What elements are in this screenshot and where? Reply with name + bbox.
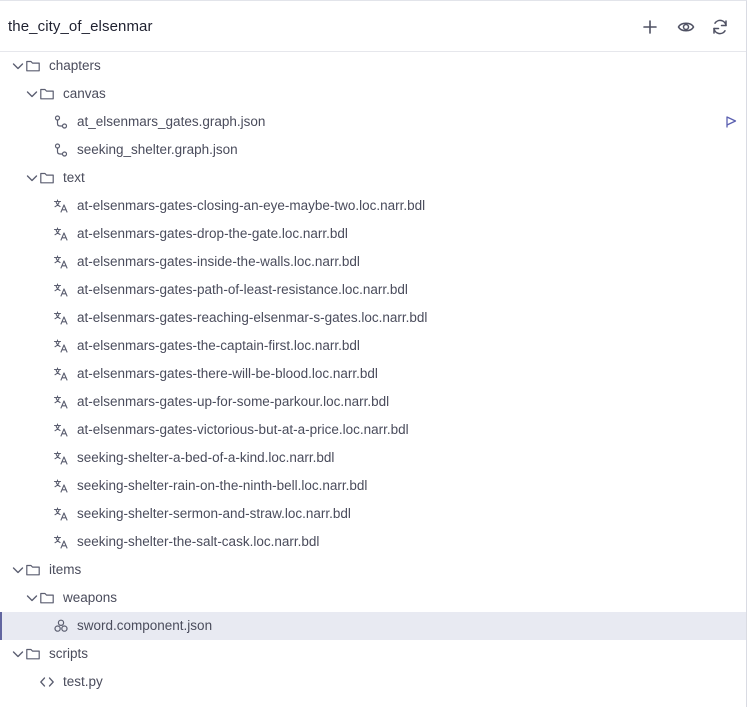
file-label: seeking-shelter-sermon-and-straw.loc.nar… [77, 506, 351, 521]
plus-icon [643, 20, 657, 34]
tree-item-text-file[interactable]: at-elsenmars-gates-path-of-least-resista… [0, 276, 746, 304]
tree-item-text-file[interactable]: at-elsenmars-gates-closing-an-eye-maybe-… [0, 192, 746, 220]
project-title: the_city_of_elsenmar [8, 18, 153, 35]
file-label: at-elsenmars-gates-there-will-be-blood.l… [77, 366, 378, 381]
graph-icon [53, 142, 69, 158]
translate-icon [53, 478, 69, 494]
file-label: at_elsenmars_gates.graph.json [77, 114, 266, 129]
folder-label: text [63, 170, 85, 185]
eye-icon [677, 22, 695, 32]
file-label: at-elsenmars-gates-the-captain-first.loc… [77, 338, 360, 353]
folder-chapters[interactable]: chapters [0, 52, 746, 80]
file-label: at-elsenmars-gates-up-for-some-parkour.l… [77, 394, 390, 409]
tree-item-canvas-file[interactable]: at_elsenmars_gates.graph.json [0, 108, 746, 136]
file-label: at-elsenmars-gates-reaching-elsenmar-s-g… [77, 310, 428, 325]
refresh-button[interactable] [710, 17, 730, 37]
refresh-icon [713, 19, 727, 35]
translate-icon [53, 422, 69, 438]
translate-icon [53, 226, 69, 242]
tree-item-canvas-file[interactable]: seeking_shelter.graph.json [0, 136, 746, 164]
translate-icon [53, 534, 69, 550]
folder-label: canvas [63, 86, 106, 101]
file-label: seeking_shelter.graph.json [77, 142, 238, 157]
folder-scripts[interactable]: scripts [0, 640, 746, 668]
translate-icon [53, 282, 69, 298]
folder-icon [25, 646, 41, 662]
flag-icon[interactable] [724, 115, 738, 129]
chevron-down-icon[interactable] [10, 646, 26, 662]
folder-icon [25, 58, 41, 74]
translate-icon [53, 310, 69, 326]
tree-item-text-file[interactable]: at-elsenmars-gates-drop-the-gate.loc.nar… [0, 220, 746, 248]
chevron-down-icon[interactable] [24, 590, 40, 606]
tree-item-text-file[interactable]: at-elsenmars-gates-inside-the-walls.loc.… [0, 248, 746, 276]
file-label: seeking-shelter-rain-on-the-ninth-bell.l… [77, 478, 368, 493]
chevron-down-icon[interactable] [24, 170, 40, 186]
translate-icon [53, 254, 69, 270]
component-icon [53, 618, 69, 634]
file-label: seeking-shelter-a-bed-of-a-kind.loc.narr… [77, 450, 335, 465]
tree-item-weapon-file[interactable]: sword.component.json [0, 612, 746, 640]
chevron-down-icon[interactable] [10, 562, 26, 578]
tree-item-text-file[interactable]: at-elsenmars-gates-reaching-elsenmar-s-g… [0, 304, 746, 332]
file-label: at-elsenmars-gates-path-of-least-resista… [77, 282, 408, 297]
tree-item-text-file[interactable]: at-elsenmars-gates-victorious-but-at-a-p… [0, 416, 746, 444]
graph-icon [53, 114, 69, 130]
file-label: at-elsenmars-gates-inside-the-walls.loc.… [77, 254, 360, 269]
preview-button[interactable] [676, 17, 696, 37]
file-label: at-elsenmars-gates-victorious-but-at-a-p… [77, 422, 409, 437]
file-label: seeking-shelter-the-salt-cask.loc.narr.b… [77, 534, 320, 549]
translate-icon [53, 198, 69, 214]
translate-icon [53, 338, 69, 354]
translate-icon [53, 394, 69, 410]
panel-header: the_city_of_elsenmar [0, 1, 746, 52]
folder-label: weapons [63, 590, 118, 605]
folder-label: chapters [49, 58, 101, 73]
tree-item-text-file[interactable]: at-elsenmars-gates-the-captain-first.loc… [0, 332, 746, 360]
chevron-down-icon[interactable] [24, 86, 40, 102]
tree-item-text-file[interactable]: seeking-shelter-rain-on-the-ninth-bell.l… [0, 472, 746, 500]
file-label: at-elsenmars-gates-closing-an-eye-maybe-… [77, 198, 426, 213]
folder-canvas[interactable]: canvas [0, 80, 746, 108]
translate-icon [53, 366, 69, 382]
folder-weapons[interactable]: weapons [0, 584, 746, 612]
folder-label: scripts [49, 646, 89, 661]
tree-item-text-file[interactable]: at-elsenmars-gates-up-for-some-parkour.l… [0, 388, 746, 416]
add-button[interactable] [640, 17, 660, 37]
folder-icon [39, 590, 55, 606]
folder-icon [39, 86, 55, 102]
chevron-down-icon[interactable] [10, 58, 26, 74]
tree-item-script-file[interactable]: test.py [0, 668, 746, 696]
folder-text[interactable]: text [0, 164, 746, 192]
file-label: at-elsenmars-gates-drop-the-gate.loc.nar… [77, 226, 348, 241]
translate-icon [53, 450, 69, 466]
file-label: test.py [63, 674, 103, 689]
tree-item-text-file[interactable]: seeking-shelter-the-salt-cask.loc.narr.b… [0, 528, 746, 556]
code-icon [39, 674, 55, 690]
folder-icon [39, 170, 55, 186]
explorer-panel: the_city_of_elsenmar chapters canvas at_el… [0, 0, 747, 707]
folder-label: items [49, 562, 82, 577]
translate-icon [53, 506, 69, 522]
tree-item-text-file[interactable]: seeking-shelter-a-bed-of-a-kind.loc.narr… [0, 444, 746, 472]
tree-item-text-file[interactable]: seeking-shelter-sermon-and-straw.loc.nar… [0, 500, 746, 528]
file-label: sword.component.json [77, 618, 213, 633]
folder-items[interactable]: items [0, 556, 746, 584]
folder-icon [25, 562, 41, 578]
tree-item-text-file[interactable]: at-elsenmars-gates-there-will-be-blood.l… [0, 360, 746, 388]
